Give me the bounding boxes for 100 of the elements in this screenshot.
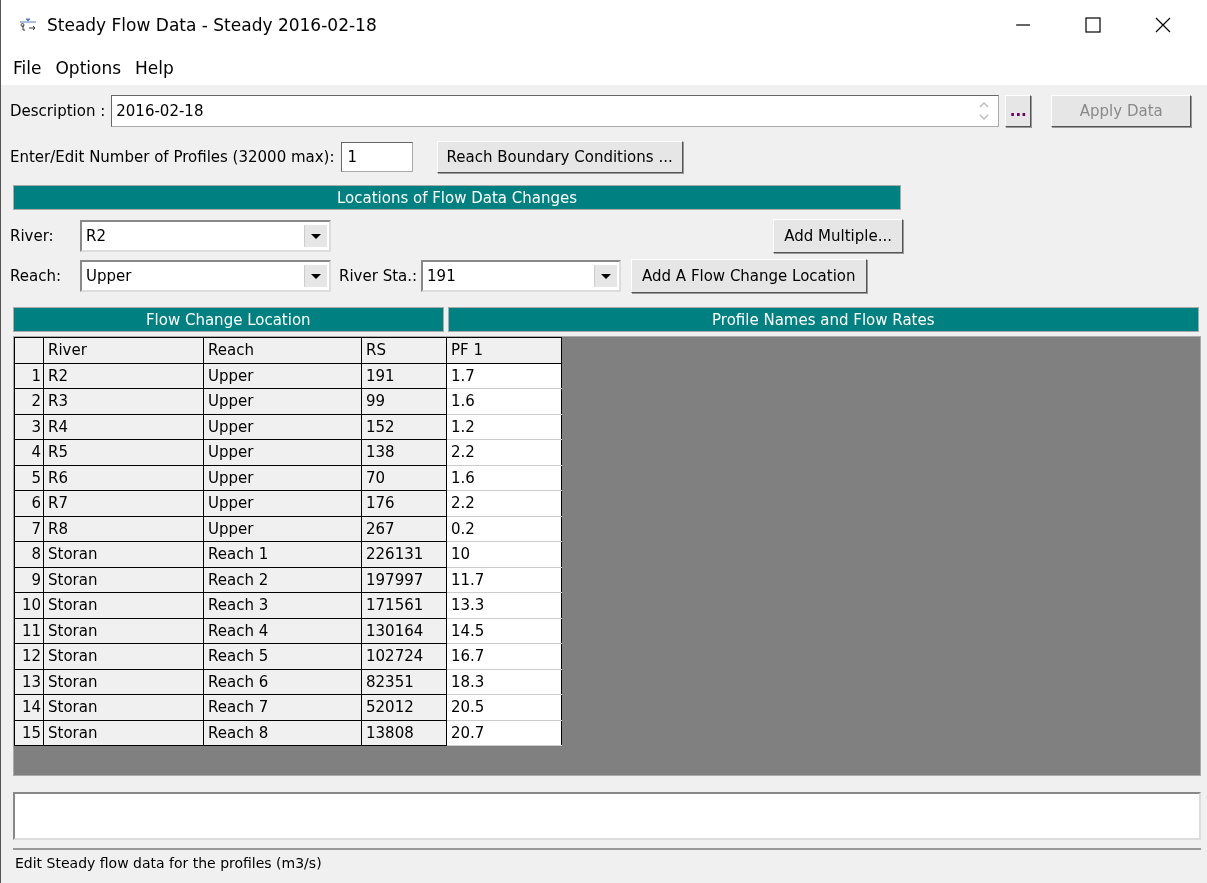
row-number: 3 xyxy=(14,414,44,440)
river-label: River: xyxy=(10,227,55,245)
table-cell: R5 xyxy=(43,439,204,465)
add-multiple-button[interactable]: Add Multiple... xyxy=(773,219,903,253)
menu-item[interactable]: File xyxy=(9,57,46,78)
window-title: Steady Flow Data - Steady 2016-02-18 xyxy=(47,15,377,35)
table-cell[interactable]: 20.7 xyxy=(446,720,562,746)
row-number: 11 xyxy=(14,618,44,644)
table-cell: Reach 7 xyxy=(203,694,362,720)
river-station-label: River Sta.: xyxy=(339,267,418,285)
table-cell: R4 xyxy=(43,414,204,440)
section-header: Flow Change Location xyxy=(13,307,444,332)
table-cell[interactable]: 13.3 xyxy=(446,592,562,618)
table-cell: Reach 2 xyxy=(203,567,362,593)
profiles-field[interactable]: 1 xyxy=(340,142,413,172)
row-number: 6 xyxy=(14,490,44,516)
description-field[interactable]: 2016-02-18 xyxy=(111,95,1000,127)
table-cell: Storan xyxy=(43,694,204,720)
table-cell[interactable]: 20.5 xyxy=(446,694,562,720)
table-cell: 267 xyxy=(361,516,447,542)
table-cell[interactable]: 1.6 xyxy=(446,388,562,414)
table-cell[interactable]: 10 xyxy=(446,541,562,567)
table-cell: 13808 xyxy=(361,720,447,746)
section-header: Profile Names and Flow Rates xyxy=(447,307,1199,332)
row-number: 14 xyxy=(14,694,44,720)
row-number: 7 xyxy=(14,516,44,542)
row-number: 2 xyxy=(14,388,44,414)
table-cell: Upper xyxy=(203,414,362,440)
table-cell: R6 xyxy=(43,465,204,491)
reach-boundary-button[interactable]: Reach Boundary Conditions ... xyxy=(436,141,683,173)
table-cell: Storan xyxy=(43,541,204,567)
row-number: 8 xyxy=(14,541,44,567)
river-dropdown[interactable]: R2 xyxy=(80,220,331,252)
reach-label: Reach: xyxy=(10,267,62,285)
table-cell: 70 xyxy=(361,465,447,491)
table-cell: Storan xyxy=(43,720,204,746)
table-cell: Storan xyxy=(43,592,204,618)
table-cell: 52012 xyxy=(361,694,447,720)
table-cell: Storan xyxy=(43,567,204,593)
table-cell[interactable]: 1.2 xyxy=(446,414,562,440)
table-cell: Upper xyxy=(203,388,362,414)
table-cell: R8 xyxy=(43,516,204,542)
table-cell: 191 xyxy=(361,363,447,389)
table-cell: 99 xyxy=(361,388,447,414)
table-cell[interactable]: 1.7 xyxy=(446,363,562,389)
table-cell[interactable]: 1.6 xyxy=(446,465,562,491)
table-cell: Reach 1 xyxy=(203,541,362,567)
row-number: 12 xyxy=(14,643,44,669)
table-cell[interactable]: 11.7 xyxy=(446,567,562,593)
reach-dropdown[interactable]: Upper xyxy=(80,260,331,292)
table-cell: R7 xyxy=(43,490,204,516)
table-cell[interactable]: 18.3 xyxy=(446,669,562,695)
status-bar: Edit Steady flow data for the profiles (m3/s) xyxy=(13,848,1201,874)
table-cell: Reach 3 xyxy=(203,592,362,618)
column-header: PF 1 xyxy=(446,337,562,363)
table-cell: 152 xyxy=(361,414,447,440)
table-cell: 82351 xyxy=(361,669,447,695)
table-cell: Upper xyxy=(203,465,362,491)
menu-item[interactable]: Options xyxy=(51,57,126,78)
description-label: Description : xyxy=(10,102,106,120)
column-header: River xyxy=(43,337,204,363)
table-cell: Reach 6 xyxy=(203,669,362,695)
section-header: Locations of Flow Data Changes xyxy=(13,185,901,210)
menu-item[interactable]: Help xyxy=(131,57,178,78)
row-number: 1 xyxy=(14,363,44,389)
table-cell[interactable]: 14.5 xyxy=(446,618,562,644)
app-icon xyxy=(19,17,37,33)
column-header: RS xyxy=(361,337,447,363)
table-cell: 171561 xyxy=(361,592,447,618)
table-cell: R3 xyxy=(43,388,204,414)
table-cell: Storan xyxy=(43,643,204,669)
table-cell[interactable]: 2.2 xyxy=(446,490,562,516)
table-cell: 197997 xyxy=(361,567,447,593)
table-cell: 138 xyxy=(361,439,447,465)
table-cell: Upper xyxy=(203,439,362,465)
table-cell[interactable]: 0.2 xyxy=(446,516,562,542)
column-header: Reach xyxy=(203,337,362,363)
table-cell: Upper xyxy=(203,490,362,516)
river-station-dropdown[interactable]: 191 xyxy=(421,260,622,292)
row-number: 5 xyxy=(14,465,44,491)
table-cell: Upper xyxy=(203,363,362,389)
row-number: 15 xyxy=(14,720,44,746)
table-cell: 226131 xyxy=(361,541,447,567)
table-cell: 102724 xyxy=(361,643,447,669)
table-cell: Storan xyxy=(43,669,204,695)
table-cell: R2 xyxy=(43,363,204,389)
row-number: 9 xyxy=(14,567,44,593)
row-number: 13 xyxy=(14,669,44,695)
table-cell: Storan xyxy=(43,618,204,644)
table-cell: Reach 4 xyxy=(203,618,362,644)
table-cell[interactable]: 16.7 xyxy=(446,643,562,669)
table-cell: Reach 5 xyxy=(203,643,362,669)
table-cell[interactable]: 2.2 xyxy=(446,439,562,465)
row-number: 4 xyxy=(14,439,44,465)
table-cell: Reach 8 xyxy=(203,720,362,746)
table-cell: 176 xyxy=(361,490,447,516)
profiles-label: Enter/Edit Number of Profiles (32000 max): xyxy=(10,148,335,166)
ellipsis-button[interactable]: ... xyxy=(1005,95,1032,127)
table-cell: 130164 xyxy=(361,618,447,644)
add-flow-change-button[interactable]: Add A Flow Change Location xyxy=(631,259,867,293)
